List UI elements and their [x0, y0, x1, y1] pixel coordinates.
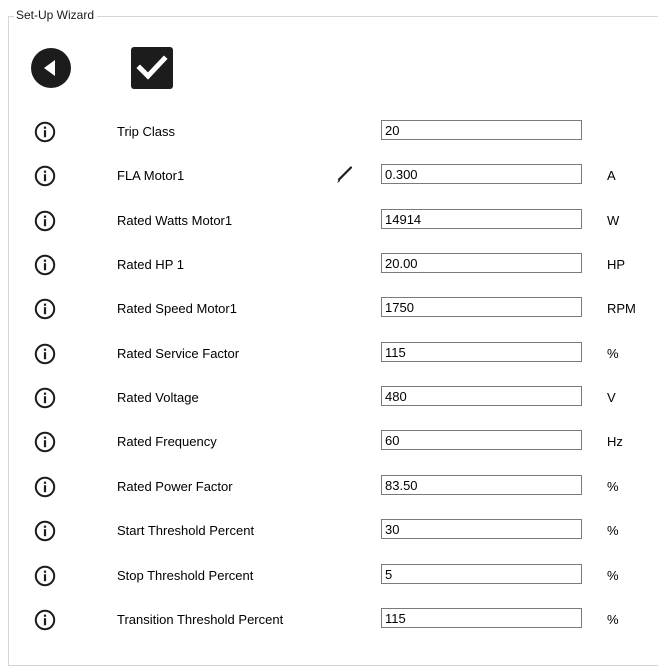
parameter-value-input[interactable] [381, 164, 582, 184]
unit-label: RPM [607, 301, 636, 316]
parameter-value-input[interactable] [381, 386, 582, 406]
parameter-row: Rated Power Factor% [0, 474, 658, 518]
parameter-value-input[interactable] [381, 608, 582, 628]
unit-label: % [607, 523, 619, 538]
parameter-label: Trip Class [117, 124, 176, 139]
info-icon[interactable] [34, 565, 56, 587]
info-icon[interactable] [34, 298, 56, 320]
info-icon[interactable] [34, 254, 56, 276]
back-button[interactable] [30, 47, 72, 89]
back-arrow-icon [31, 48, 71, 88]
unit-label: A [607, 168, 616, 183]
parameter-label: Start Threshold Percent [117, 523, 255, 538]
parameter-value-input[interactable] [381, 342, 582, 362]
parameter-value-input[interactable] [381, 120, 582, 140]
unit-label: HP [607, 257, 626, 272]
parameter-label: Rated Frequency [117, 434, 217, 449]
info-icon[interactable] [34, 476, 56, 498]
parameter-label: Rated HP 1 [117, 257, 184, 272]
checkmark-icon [131, 47, 173, 89]
unit-label: % [607, 612, 619, 627]
parameter-label: Rated Service Factor [117, 346, 240, 361]
info-icon[interactable] [34, 343, 56, 365]
parameter-row: Rated Voltage V [0, 385, 658, 429]
parameter-value-input[interactable] [381, 430, 582, 450]
unit-label: Hz [607, 434, 623, 449]
parameter-row: Rated Speed Motor1 RPM [0, 296, 658, 340]
unit-label: % [607, 568, 619, 583]
parameter-value-input[interactable] [381, 209, 582, 229]
parameter-value-input[interactable] [381, 564, 582, 584]
parameter-row: Stop Threshold Percent% [0, 563, 658, 607]
parameter-row: Rated Frequency Hz [0, 429, 658, 473]
parameter-row: Rated HP 1 HP [0, 252, 658, 296]
info-icon[interactable] [34, 609, 56, 631]
pencil-icon [334, 165, 354, 185]
parameter-value-input[interactable] [381, 519, 582, 539]
unit-label: W [607, 213, 620, 228]
parameter-label: Transition Threshold Percent [117, 612, 284, 627]
parameter-label: FLA Motor1 [117, 168, 185, 183]
parameter-row: FLA Motor1 A [0, 163, 658, 207]
wizard-title: Set-Up Wizard [14, 8, 98, 22]
parameter-row: Rated Service Factor% [0, 341, 658, 385]
parameter-row: Start Threshold Percent% [0, 518, 658, 562]
parameter-value-input[interactable] [381, 297, 582, 317]
parameter-label: Rated Voltage [117, 390, 199, 405]
parameter-label: Rated Power Factor [117, 479, 233, 494]
parameter-value-input[interactable] [381, 475, 582, 495]
parameter-value-input[interactable] [381, 253, 582, 273]
info-icon[interactable] [34, 520, 56, 542]
info-icon[interactable] [34, 387, 56, 409]
parameter-row: Transition Threshold Percent% [0, 607, 658, 651]
parameter-row: Trip Class [0, 119, 658, 163]
info-icon[interactable] [34, 210, 56, 232]
info-icon[interactable] [34, 121, 56, 143]
parameter-label: Rated Speed Motor1 [117, 301, 237, 316]
info-icon[interactable] [34, 165, 56, 187]
parameter-row: Rated Watts Motor1 W [0, 208, 658, 252]
finish-button[interactable] [131, 47, 173, 89]
unit-label: % [607, 479, 619, 494]
parameter-label: Rated Watts Motor1 [117, 213, 233, 228]
info-icon[interactable] [34, 431, 56, 453]
unit-label: % [607, 346, 619, 361]
unit-label: V [607, 390, 616, 405]
parameter-label: Stop Threshold Percent [117, 568, 254, 583]
